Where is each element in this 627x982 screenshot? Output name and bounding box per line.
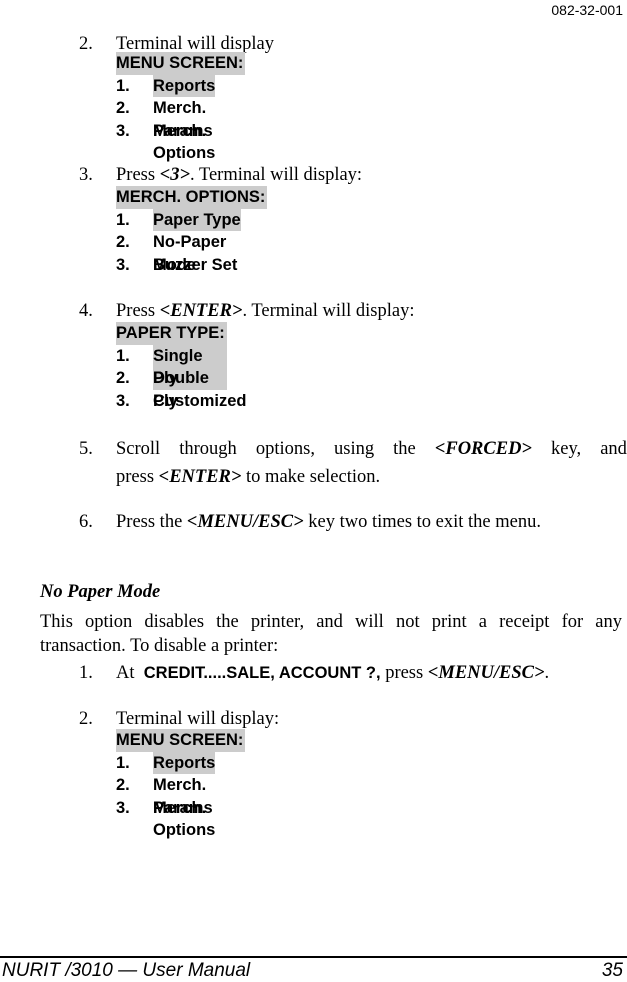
terminal-screen-menu: MENU SCREEN: 1. Reports 2. Merch. Params 3… (116, 52, 246, 163)
screen-title: MENU SCREEN: (116, 729, 246, 752)
item-number: 3. (116, 255, 130, 274)
item-number: 1. (116, 210, 130, 229)
item-number: 2. (116, 99, 130, 117)
key-label: <ENTER> (158, 467, 242, 487)
screen-item: 2. Double Ply (116, 367, 227, 410)
text: press (380, 663, 428, 683)
key-label: <MENU/ESC> (427, 663, 545, 683)
step-text: Press <3>. Terminal will display: (116, 163, 362, 187)
step-text: Scroll through options, using the <FORCE… (116, 437, 627, 489)
screen-item: 3. Customized (116, 390, 247, 413)
word: through (179, 439, 237, 459)
section-heading: No Paper Mode (40, 582, 161, 602)
item-number: 3. (116, 391, 130, 410)
item-number: 2. (116, 369, 130, 387)
terminal-screen-menu-2: MENU SCREEN: 1. Reports 2. Merch. Params 3… (116, 729, 246, 840)
screen-title: MERCH. OPTIONS: (116, 186, 268, 209)
screen-item: 3. Buzzer Set (116, 254, 267, 277)
step-number: 6. (79, 512, 93, 532)
text: Press (116, 301, 160, 321)
screen-title: MENU SCREEN: (116, 52, 246, 75)
item-number: 3. (116, 121, 130, 140)
terminal-screen-merch-options: MERCH. OPTIONS: 1. Paper Type 2. No-Paper … (116, 186, 268, 277)
line: press <ENTER> to make selection. (116, 465, 627, 489)
key-label: <3> (159, 165, 191, 185)
item-number: 2. (116, 776, 130, 794)
text: key two times to exit the menu. (303, 512, 541, 532)
step-number: 1. (79, 663, 93, 683)
screen-item: 2. Merch. Params (116, 97, 245, 140)
step-text: Terminal will display: (116, 709, 280, 729)
item-label: Merch. Options (153, 798, 216, 840)
step-text: Press <ENTER>. Terminal will display: (116, 299, 415, 323)
key-label: <MENU/ESC> (186, 512, 304, 532)
text: . Terminal will display: (242, 301, 415, 321)
step-number: 2. (79, 34, 93, 54)
screen-item: 1. Paper Type (116, 208, 267, 231)
terminal-prompt: CREDIT.....SALE, ACCOUNT ?, (143, 664, 381, 682)
item-label: Paper Type (153, 208, 241, 231)
section-paragraph: This option disables the printer, and wi… (40, 612, 622, 656)
key-label: <FORCED> (434, 439, 532, 459)
step-number: 4. (79, 301, 93, 321)
word: using (334, 439, 375, 459)
screen-item: 3. Merch. Options (116, 797, 245, 840)
key-label: <ENTER> (159, 301, 243, 321)
step-number: 2. (79, 709, 93, 729)
text: to make selection. (241, 467, 381, 487)
word: key, (551, 439, 582, 459)
justified-line: Scroll through options, using the <FORCE… (116, 437, 627, 461)
screen-item: 1. Reports (116, 751, 245, 774)
item-number: 2. (116, 233, 130, 251)
text: press (116, 467, 159, 487)
document-number: 082-32-001 (551, 2, 623, 18)
page-number: 35 (601, 960, 623, 981)
footer-manual-title: NURIT /3010 — User Manual (2, 960, 251, 981)
screen-item: 2. No-Paper Mode (116, 231, 267, 274)
text: Press (116, 165, 160, 185)
text: . (544, 663, 550, 683)
item-label: Buzzer Set (153, 255, 238, 274)
item-number: 1. (116, 346, 130, 365)
screen-item: 3. Merch. Options (116, 120, 245, 163)
word: options, (255, 439, 315, 459)
item-label: Reports (153, 74, 216, 97)
screen-item: 1. Single Ply (116, 344, 227, 390)
screen-title: PAPER TYPE: (116, 322, 227, 345)
item-label: Merch. Options (153, 121, 216, 163)
word: and (600, 439, 627, 459)
step-number: 3. (79, 165, 93, 185)
footer-divider (0, 956, 627, 958)
item-label: Customized (153, 391, 247, 410)
text: . Terminal will display: (190, 165, 363, 185)
item-number: 1. (116, 76, 130, 95)
step-text: Press the <MENU/ESC> key two times to ex… (116, 510, 541, 534)
terminal-screen-paper-type: PAPER TYPE: 1. Single Ply 2. Double Ply 3.… (116, 322, 247, 413)
step-text: At CREDIT.....SALE, ACCOUNT ?, press <ME… (116, 661, 549, 685)
step-number: 5. (79, 439, 93, 459)
item-number: 3. (116, 798, 130, 817)
text: At (116, 663, 144, 683)
word: Scroll (116, 439, 161, 459)
item-label: Reports (153, 751, 216, 774)
item-number: 1. (116, 753, 130, 772)
word: the (393, 439, 416, 459)
text: Press the (116, 512, 187, 532)
screen-item: 2. Merch. Params (116, 774, 245, 817)
screen-item: 1. Reports (116, 74, 245, 97)
